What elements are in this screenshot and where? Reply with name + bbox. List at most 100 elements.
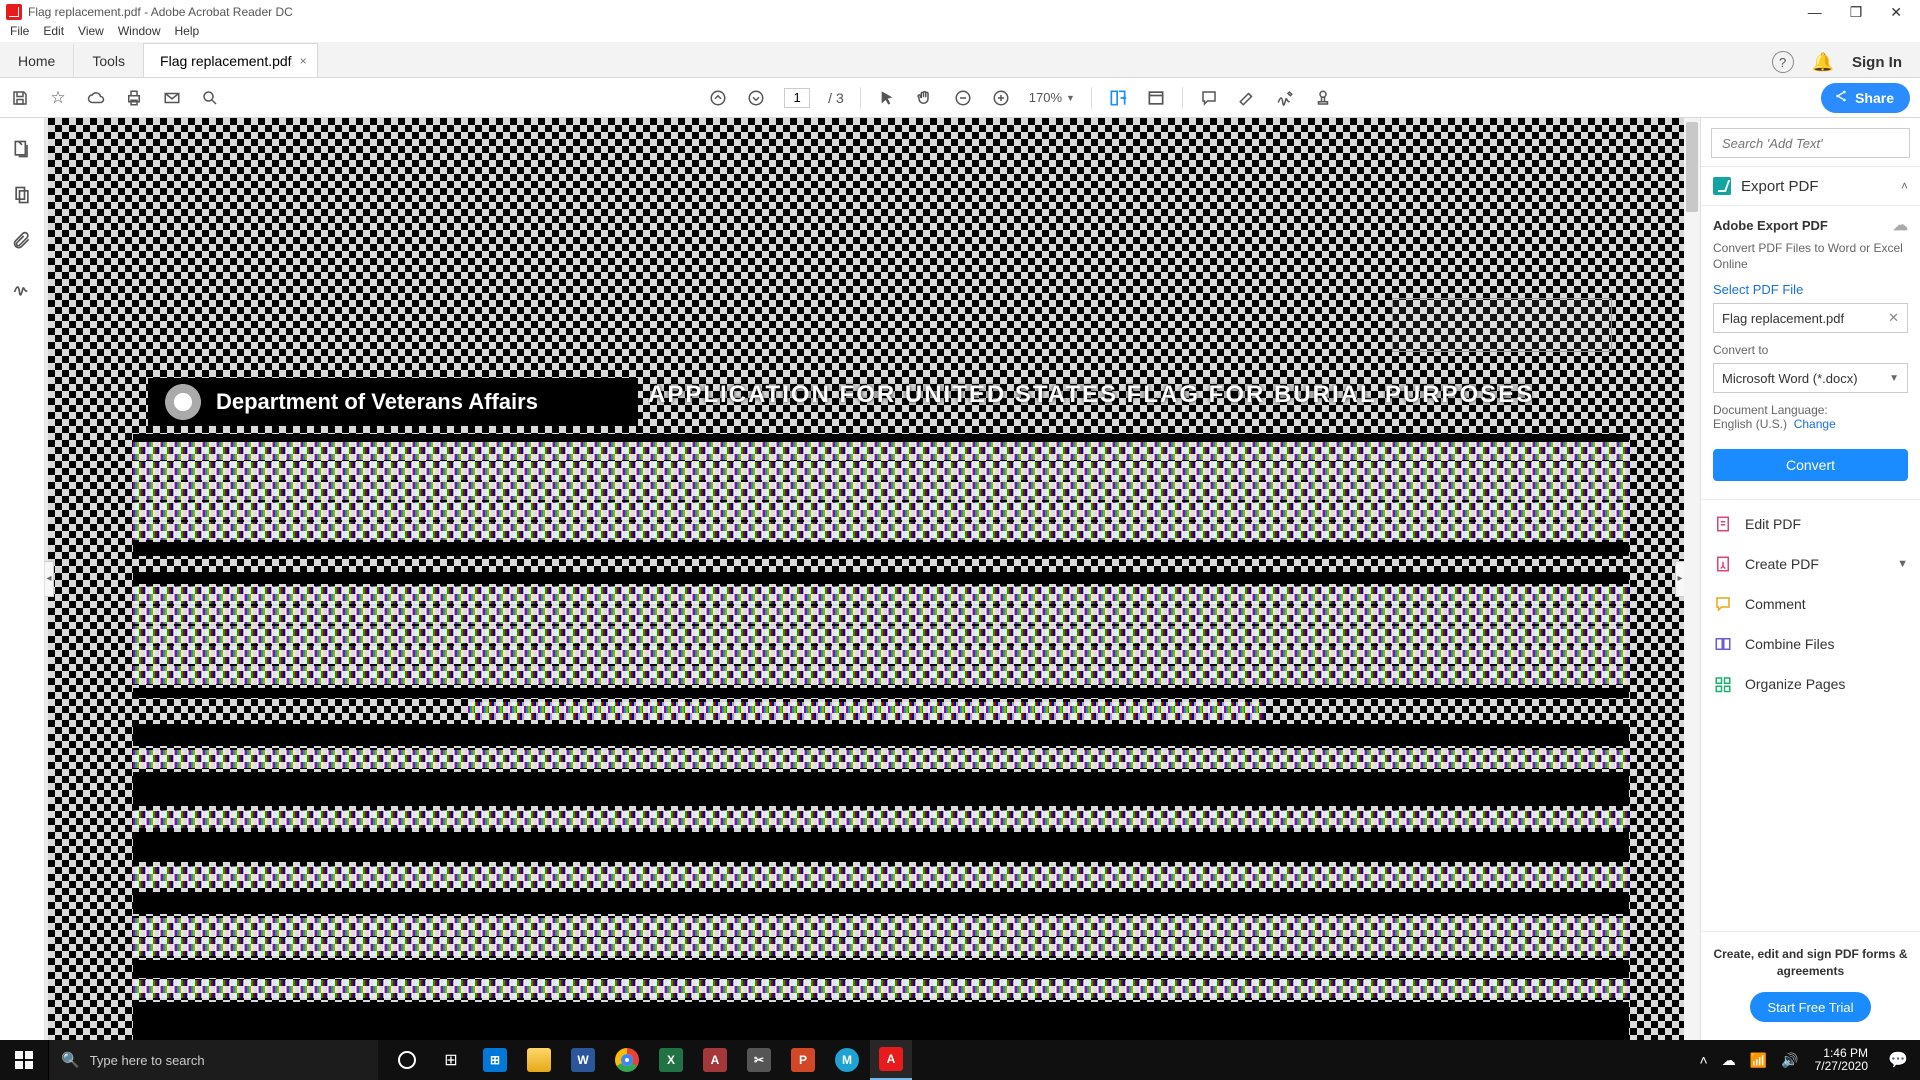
tray-chevron-icon[interactable]: ˄: [1700, 1052, 1708, 1068]
window-maximize-button[interactable]: ❐: [1850, 4, 1863, 21]
selected-file-box: Flag replacement.pdf ✕: [1713, 303, 1908, 333]
convert-to-dropdown[interactable]: Microsoft Word (*.docx) ▼: [1713, 363, 1908, 393]
tool-comment[interactable]: Comment: [1701, 584, 1920, 624]
left-panel-toggle[interactable]: ◂: [45, 561, 54, 597]
zoom-level-dropdown[interactable]: 170% ▼: [1029, 90, 1075, 105]
file-explorer-icon: [527, 1048, 551, 1072]
help-icon[interactable]: ?: [1772, 51, 1794, 73]
comment-icon[interactable]: [1199, 88, 1219, 108]
sign-icon[interactable]: [1275, 88, 1295, 108]
attachments-icon[interactable]: [11, 230, 33, 252]
taskbar-app-access[interactable]: A: [694, 1040, 736, 1080]
zoom-in-icon[interactable]: [991, 88, 1011, 108]
window-title: Flag replacement.pdf - Adobe Acrobat Rea…: [28, 5, 1808, 19]
select-pdf-file-link[interactable]: Select PDF File: [1713, 282, 1908, 297]
system-tray[interactable]: ˄ ☁ 📶 🔊: [1692, 1052, 1807, 1069]
menu-edit[interactable]: Edit: [43, 24, 64, 42]
menu-file[interactable]: File: [10, 24, 29, 42]
print-icon[interactable]: [124, 88, 144, 108]
share-button[interactable]: Share: [1821, 83, 1910, 113]
sign-in-button[interactable]: Sign In: [1852, 54, 1902, 71]
start-free-trial-button[interactable]: Start Free Trial: [1750, 992, 1872, 1022]
tools-search-input[interactable]: [1711, 128, 1910, 158]
document-tab-close-icon[interactable]: ×: [300, 54, 307, 68]
export-pdf-accordion[interactable]: Export PDF ˄: [1701, 166, 1920, 206]
promo-box: Create, edit and sign PDF forms & agreem…: [1701, 931, 1920, 1040]
right-panel-toggle[interactable]: ▸: [1675, 561, 1684, 597]
store-icon: ⊞: [483, 1048, 507, 1072]
excel-icon: X: [659, 1048, 683, 1072]
m-app-icon: M: [835, 1048, 859, 1072]
tool-comment-label: Comment: [1745, 596, 1908, 612]
tab-home[interactable]: Home: [0, 44, 74, 77]
bookmarks-icon[interactable]: [11, 184, 33, 206]
menu-window[interactable]: Window: [118, 24, 161, 42]
change-language-link[interactable]: Change: [1794, 417, 1836, 431]
notifications-icon[interactable]: 🔔: [1812, 52, 1834, 73]
task-view-button[interactable]: ⊞: [430, 1040, 472, 1080]
tab-tools[interactable]: Tools: [74, 44, 143, 77]
scrollbar-thumb[interactable]: [1686, 122, 1698, 212]
chrome-icon: [615, 1048, 639, 1072]
document-viewport[interactable]: ◂ ▸ Department of Veterans Affairs APPLI…: [45, 118, 1700, 1040]
clear-file-icon[interactable]: ✕: [1888, 310, 1899, 326]
stamp-icon[interactable]: [1313, 88, 1333, 108]
taskbar-app-explorer[interactable]: [518, 1040, 560, 1080]
star-icon[interactable]: ☆: [48, 88, 68, 108]
start-button[interactable]: [0, 1040, 48, 1080]
taskbar-app-snip[interactable]: ✂: [738, 1040, 780, 1080]
find-icon[interactable]: [200, 88, 220, 108]
taskbar-app-excel[interactable]: X: [650, 1040, 692, 1080]
taskbar-app-acrobat[interactable]: A: [870, 1040, 912, 1080]
taskbar-app-word[interactable]: W: [562, 1040, 604, 1080]
tool-combine-files[interactable]: Combine Files: [1701, 624, 1920, 664]
taskbar-search[interactable]: 🔍 Type here to search: [48, 1040, 378, 1080]
signatures-icon[interactable]: [11, 276, 33, 298]
save-icon[interactable]: [10, 88, 30, 108]
window-minimize-button[interactable]: —: [1808, 4, 1822, 21]
create-pdf-icon: [1713, 554, 1733, 574]
page-number-input[interactable]: [784, 88, 810, 108]
zoom-out-icon[interactable]: [953, 88, 973, 108]
form-title: APPLICATION FOR UNITED STATES FLAG FOR B…: [648, 381, 1622, 423]
email-icon[interactable]: [162, 88, 182, 108]
tool-create-pdf-label: Create PDF: [1745, 556, 1885, 572]
hand-tool-icon[interactable]: [915, 88, 935, 108]
menu-view[interactable]: View: [78, 24, 104, 42]
vertical-scrollbar[interactable]: [1684, 118, 1700, 1040]
fit-width-icon[interactable]: [1108, 88, 1128, 108]
menu-bar: File Edit View Window Help: [0, 24, 1920, 42]
action-center-button[interactable]: 💬: [1876, 1040, 1920, 1080]
cloud-icon[interactable]: [86, 88, 106, 108]
highlight-icon[interactable]: [1237, 88, 1257, 108]
tool-edit-pdf[interactable]: Edit PDF: [1701, 504, 1920, 544]
tool-create-pdf[interactable]: Create PDF ▼: [1701, 544, 1920, 584]
selection-tool-icon[interactable]: [877, 88, 897, 108]
thumbnails-icon[interactable]: [11, 138, 33, 160]
window-close-button[interactable]: ✕: [1890, 4, 1902, 21]
cortana-button[interactable]: [386, 1040, 428, 1080]
comment-tool-icon: [1713, 594, 1733, 614]
taskbar-app-m[interactable]: M: [826, 1040, 868, 1080]
tray-wifi-icon[interactable]: 📶: [1750, 1052, 1767, 1069]
menu-help[interactable]: Help: [175, 24, 200, 42]
taskbar-app-chrome[interactable]: [606, 1040, 648, 1080]
document-tab[interactable]: Flag replacement.pdf ×: [143, 43, 318, 77]
fit-page-icon[interactable]: [1146, 88, 1166, 108]
tool-organize-pages[interactable]: Organize Pages: [1701, 664, 1920, 704]
department-header-text: Department of Veterans Affairs: [216, 389, 538, 415]
windows-taskbar: 🔍 Type here to search ⊞ ⊞ W X A ✂ P M A …: [0, 1040, 1920, 1080]
taskbar-app-store[interactable]: ⊞: [474, 1040, 516, 1080]
page-up-icon[interactable]: [708, 88, 728, 108]
convert-to-value: Microsoft Word (*.docx): [1722, 371, 1858, 386]
page-down-icon[interactable]: [746, 88, 766, 108]
tray-cloud-icon[interactable]: ☁: [1722, 1052, 1736, 1069]
taskbar-search-placeholder: Type here to search: [90, 1053, 205, 1068]
taskbar-clock[interactable]: 1:46 PM 7/27/2020: [1807, 1047, 1876, 1073]
tools-panel: Export PDF ˄ Adobe Export PDF ☁ Convert …: [1700, 118, 1920, 1040]
notification-icon: 💬: [1888, 1050, 1908, 1070]
task-view-icon: ⊞: [444, 1050, 457, 1070]
tray-volume-icon[interactable]: 🔊: [1781, 1052, 1798, 1069]
taskbar-app-powerpoint[interactable]: P: [782, 1040, 824, 1080]
convert-button[interactable]: Convert: [1713, 449, 1908, 481]
